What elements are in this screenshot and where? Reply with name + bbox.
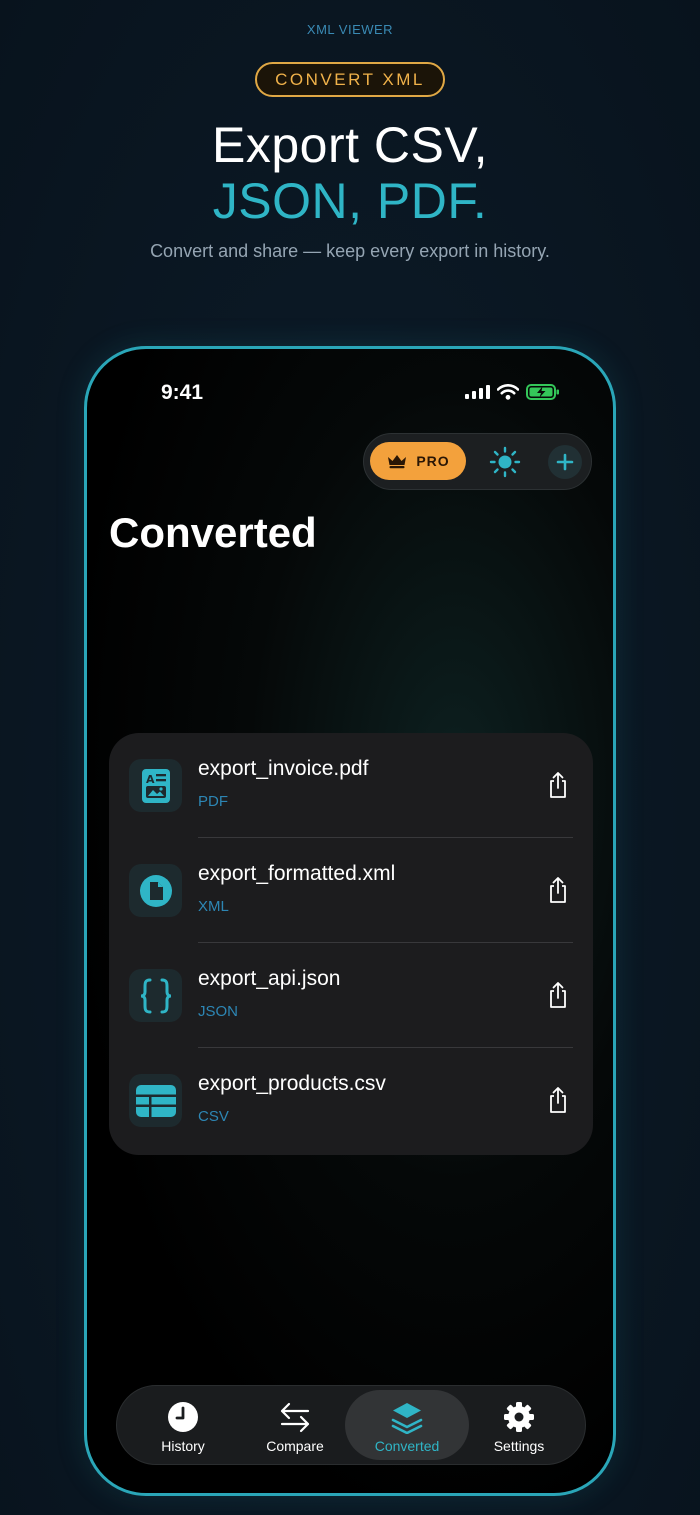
arrows-compare-icon	[278, 1400, 312, 1434]
share-icon[interactable]	[546, 1086, 570, 1114]
eyebrow-label: XML VIEWER	[306, 22, 394, 37]
layers-icon	[390, 1400, 424, 1434]
list-item[interactable]: export_products.csv CSV	[109, 1048, 593, 1153]
converted-files-list: A export_invoice.pdf PDF export_formatte…	[109, 733, 593, 1155]
page-title: Converted	[109, 509, 317, 556]
convert-badge: CONVERT XML	[255, 62, 445, 97]
file-type: JSON	[198, 1003, 239, 1020]
share-icon[interactable]	[546, 981, 570, 1009]
list-item[interactable]: A export_invoice.pdf PDF	[109, 733, 593, 838]
share-icon[interactable]	[546, 771, 570, 799]
tab-history[interactable]: History	[121, 1390, 245, 1460]
status-time: 9:41	[161, 381, 204, 404]
file-type: CSV	[198, 1108, 229, 1125]
tab-converted[interactable]: Converted	[345, 1390, 469, 1460]
top-toolbar: PRO	[363, 433, 592, 490]
add-button[interactable]	[548, 445, 582, 479]
tab-compare[interactable]: Compare	[233, 1390, 357, 1460]
crown-icon	[388, 455, 407, 469]
tab-bar: History Compare Converted Settings	[116, 1385, 586, 1465]
tab-label: History	[161, 1438, 205, 1454]
gear-icon	[502, 1400, 536, 1434]
hero-subtitle: Convert and share — keep every export in…	[150, 241, 550, 261]
share-icon[interactable]	[546, 876, 570, 904]
plus-icon	[556, 453, 574, 471]
headline-line-1: Export CSV,	[211, 117, 488, 173]
json-braces-icon	[129, 969, 182, 1022]
xml-document-icon	[129, 864, 182, 917]
tab-label: Converted	[374, 1438, 440, 1454]
list-item[interactable]: export_api.json JSON	[109, 943, 593, 1048]
csv-table-icon	[129, 1074, 182, 1127]
svg-text:A: A	[146, 773, 155, 786]
cellular-signal-icon	[465, 385, 490, 399]
list-item[interactable]: export_formatted.xml XML	[109, 838, 593, 943]
file-name: export_products.csv	[198, 1072, 386, 1095]
file-name: export_api.json	[198, 967, 341, 990]
file-type: PDF	[198, 793, 228, 810]
tab-label: Settings	[493, 1438, 545, 1454]
file-name: export_invoice.pdf	[198, 757, 369, 780]
tab-settings[interactable]: Settings	[457, 1390, 581, 1460]
wifi-icon	[497, 384, 519, 400]
status-icons	[465, 384, 560, 400]
pdf-document-icon: A	[129, 759, 182, 812]
battery-charging-icon	[526, 384, 559, 400]
theme-toggle-button[interactable]	[488, 445, 522, 479]
sun-icon	[489, 446, 521, 478]
file-name: export_formatted.xml	[198, 862, 396, 885]
pro-label: PRO	[416, 453, 450, 469]
headline-line-2: JSON, PDF.	[212, 173, 488, 229]
tab-label: Compare	[266, 1438, 324, 1454]
pro-button[interactable]: PRO	[370, 442, 466, 480]
clock-icon	[166, 1400, 200, 1434]
file-type: XML	[198, 898, 229, 915]
phone-frame: 9:41 PRO Converted A export_invoice.pdf …	[84, 346, 616, 1496]
